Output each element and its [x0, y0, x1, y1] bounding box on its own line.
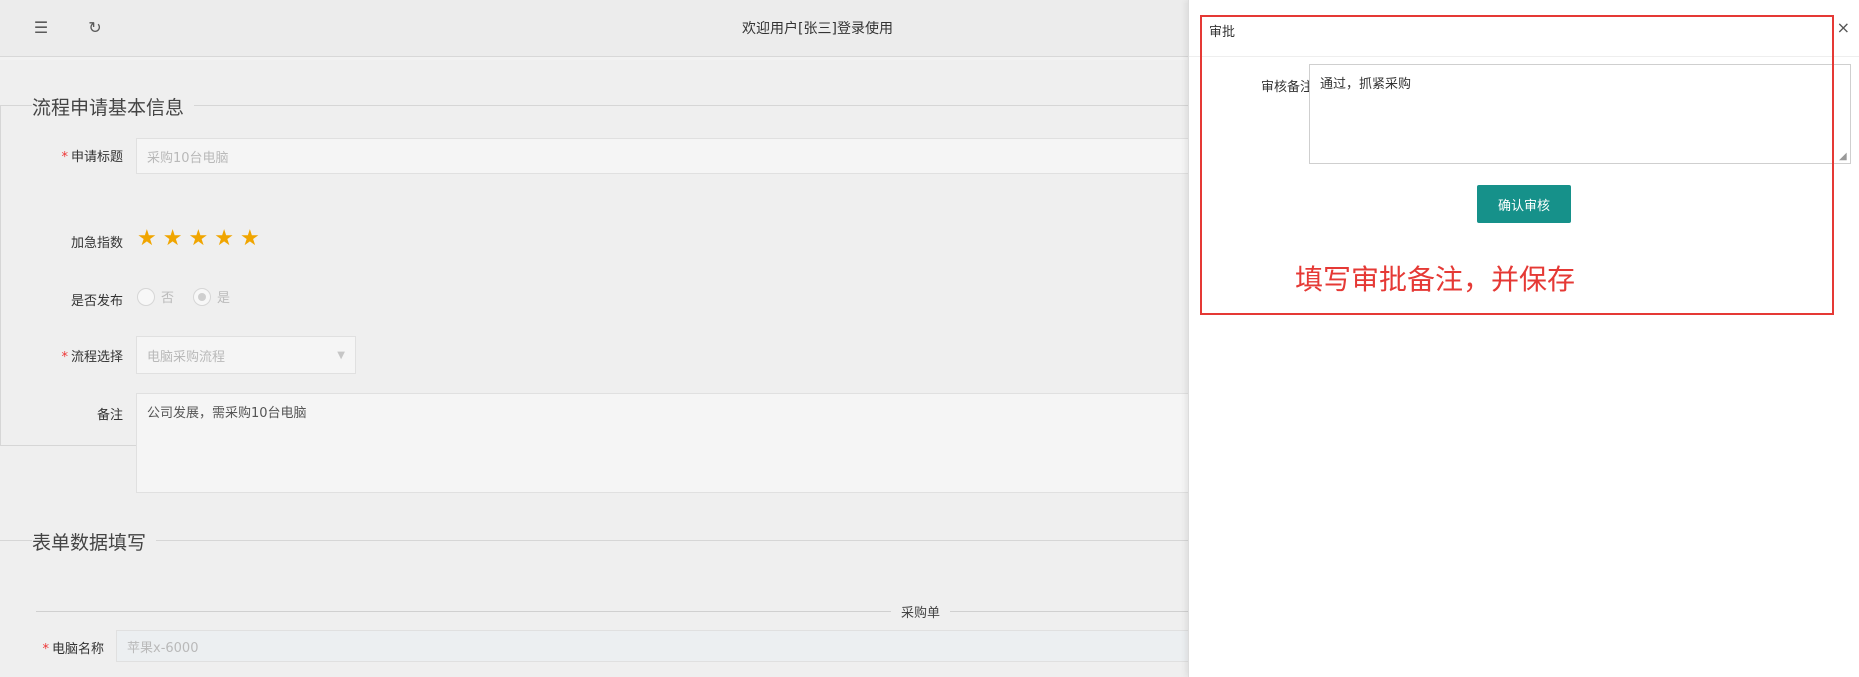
star-icon[interactable]: ★	[240, 228, 260, 250]
remark-textarea[interactable]: 公司发展，需采购10台电脑	[136, 393, 1240, 493]
label-publish: 是否发布	[70, 294, 123, 309]
star-icon[interactable]: ★	[214, 228, 234, 250]
radio-circle-checked	[193, 287, 211, 306]
process-select-value: 电脑采购流程	[147, 349, 226, 365]
computer-name-value: 苹果x-6000	[127, 640, 199, 656]
label-computer-name: * 电脑名称	[24, 638, 104, 657]
resize-grip-icon[interactable]: ◢	[1839, 152, 1849, 162]
remark-value: 公司发展，需采购10台电脑	[147, 406, 307, 421]
section-title-basic-info: 流程申请基本信息	[32, 93, 195, 120]
label-urgency: 加急指数	[70, 236, 123, 251]
label-title: * 申请标题	[43, 146, 123, 165]
chevron-down-icon: ▼	[337, 349, 345, 361]
radio-no[interactable]: 否	[137, 287, 174, 306]
urgency-rating[interactable]: ★ ★ ★ ★ ★	[137, 228, 260, 250]
annotation-text: 填写审批备注，并保存	[1295, 263, 1576, 296]
label-remark: 备注	[96, 408, 123, 423]
required-mark: *	[61, 350, 68, 365]
radio-yes[interactable]: 是	[193, 287, 230, 306]
title-input-value: 采购10台电脑	[147, 150, 229, 166]
radio-circle	[137, 287, 155, 306]
label-process-text: 流程选择	[70, 350, 123, 365]
radio-no-label: 否	[161, 291, 175, 306]
required-mark: *	[42, 642, 49, 657]
computer-name-input[interactable]: 苹果x-6000	[116, 630, 1240, 662]
divider-label: 采购单	[891, 602, 951, 621]
main-content: 流程申请基本信息 * 申请标题 采购10台电脑 加急指数 ★ ★ ★ ★ ★ 是否…	[0, 60, 1240, 677]
divider-line	[36, 611, 1240, 612]
section-title-form-data: 表单数据填写	[32, 528, 157, 555]
star-icon[interactable]: ★	[163, 228, 183, 250]
label-process: * 流程选择	[43, 346, 123, 365]
close-icon[interactable]: ×	[1837, 18, 1850, 37]
radio-yes-label: 是	[217, 291, 231, 306]
title-input[interactable]: 采购10台电脑	[136, 138, 1240, 174]
star-icon[interactable]: ★	[188, 228, 208, 250]
label-computer-name-text: 电脑名称	[51, 642, 104, 657]
required-mark: *	[61, 150, 68, 165]
process-select[interactable]: 电脑采购流程 ▼	[136, 336, 356, 374]
label-title-text: 申请标题	[70, 150, 123, 165]
section-line	[0, 540, 1240, 541]
star-icon[interactable]: ★	[137, 228, 157, 250]
